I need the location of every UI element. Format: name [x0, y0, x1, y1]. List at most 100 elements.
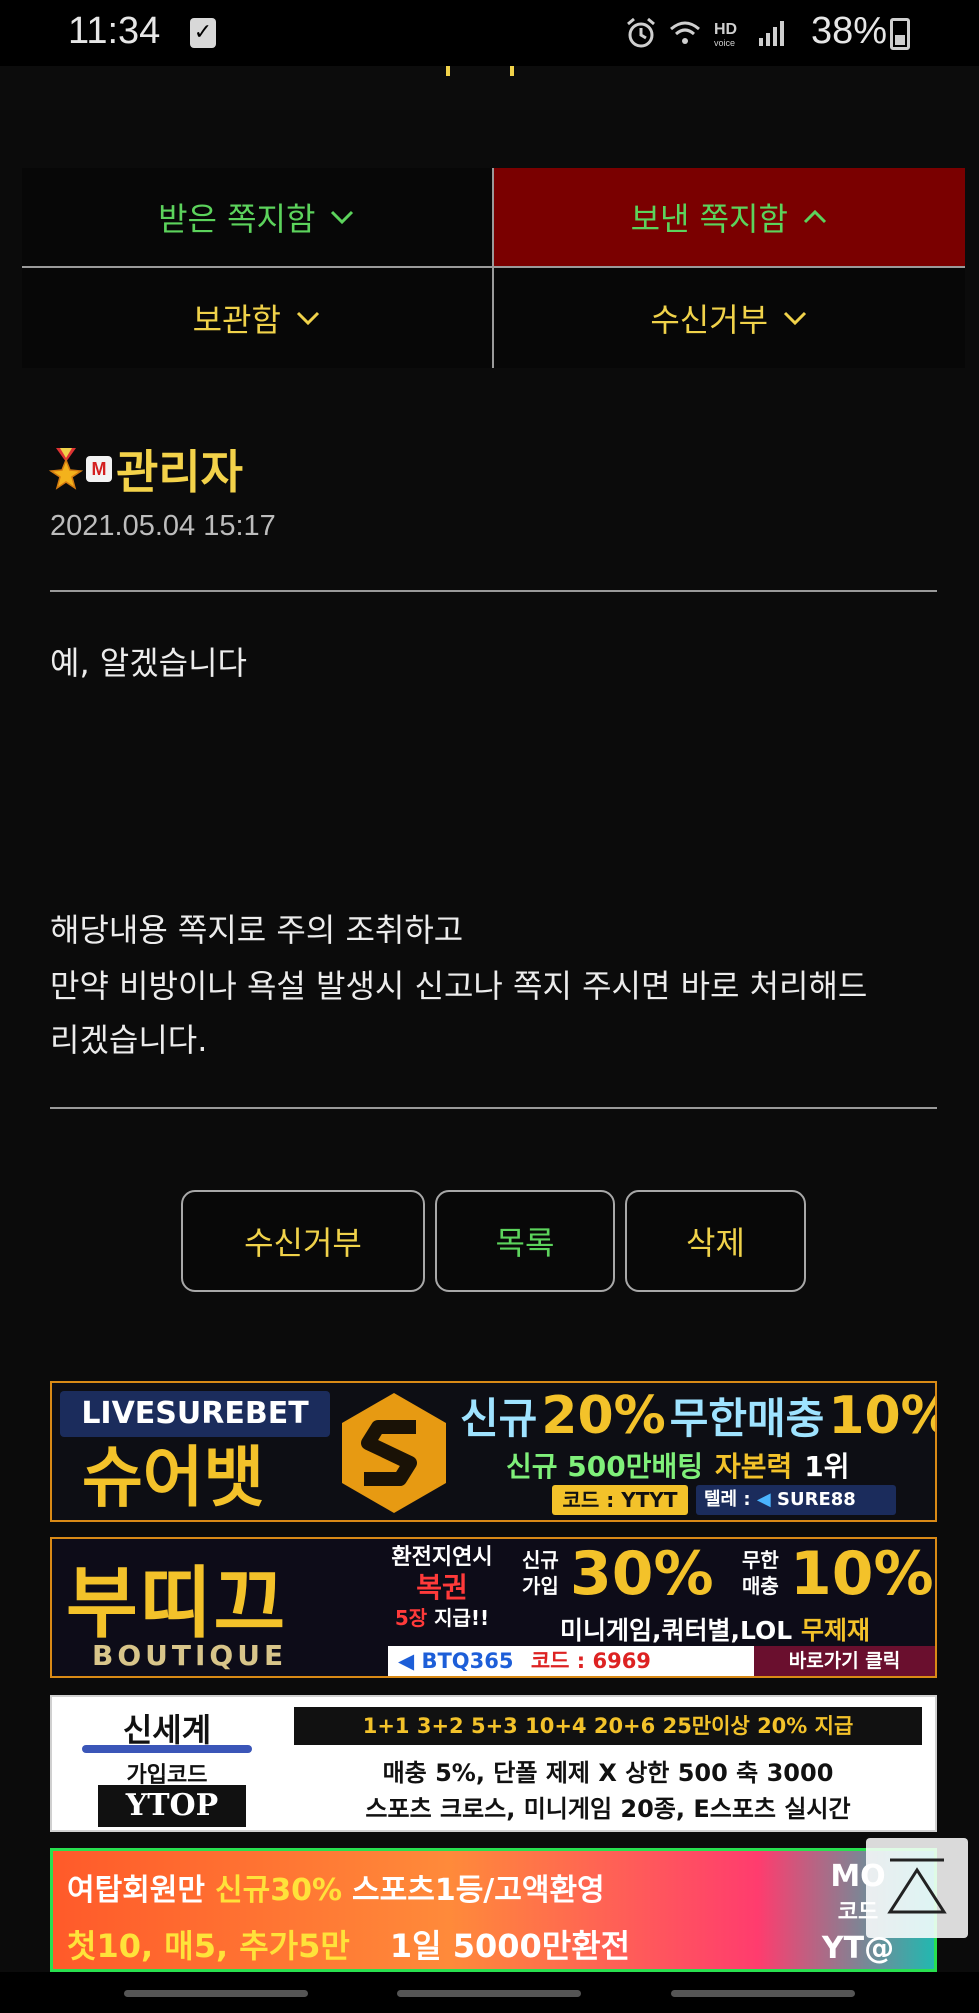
- divider: [50, 1107, 937, 1109]
- banner-new-label: 신규 가입: [522, 1547, 568, 1599]
- alarm-icon: [627, 17, 655, 48]
- medal-icon: [48, 448, 84, 490]
- status-bar: 11:34 ✓ HD voice 38%: [0, 0, 979, 66]
- surebet-logo-icon: [342, 1393, 446, 1513]
- header-mark: [510, 66, 514, 76]
- hd-text: HD: [714, 21, 737, 38]
- chevron-down-icon: [296, 311, 319, 326]
- banner-text: 5장: [394, 1606, 428, 1630]
- banner-goto-button: 바로가기 클릭: [754, 1646, 935, 1676]
- tab-label: 수신거부: [650, 301, 769, 339]
- nav-back-button[interactable]: [671, 1990, 855, 1997]
- status-icons: HD voice: [624, 16, 790, 50]
- banner-delay-promo: 환전지연시 복권 5장 지급!!: [382, 1543, 502, 1633]
- signal-icon: [759, 21, 784, 46]
- battery-icon: [890, 18, 910, 50]
- banner-text: 스포츠 크로스, 미니게임 20종, E스포츠 실시간: [365, 1795, 851, 1823]
- divider: [50, 590, 937, 592]
- message-date: 2021.05.04 15:17: [50, 510, 276, 542]
- chevron-down-icon: [784, 311, 807, 326]
- banner-text: 텔레 :: [704, 1489, 751, 1510]
- delete-button[interactable]: 삭제: [625, 1190, 806, 1292]
- banner-text: 무한: [742, 1548, 779, 1572]
- banner-text: 20%: [541, 1386, 666, 1446]
- tab-blocked[interactable]: 수신거부: [493, 268, 965, 368]
- banner-text: 지급!!: [434, 1606, 490, 1630]
- banner-text: 가입: [522, 1574, 559, 1598]
- message-body-line: 만약 비방이나 욕설 발생시 신고나 쪽지 주시면 바로 처리해드: [50, 967, 868, 1005]
- checkbox-notification-icon: ✓: [190, 18, 216, 48]
- author-name[interactable]: 관리자: [116, 436, 243, 502]
- tab-inbox[interactable]: 받은 쪽지함: [22, 168, 494, 268]
- battery-percent: 38%: [810, 10, 887, 52]
- banner-text: SURE88: [777, 1489, 856, 1510]
- header-strip: [0, 66, 979, 110]
- banner-sub: BOUTIQUE: [92, 1639, 288, 1672]
- banner-headline: 신규 20% 무한매충 10%: [460, 1385, 935, 1446]
- banner-text: 첫10, 매5, 추가5만: [67, 1927, 350, 1965]
- banner-text: 코드 : 6969: [530, 1649, 651, 1673]
- banner-text: 스포츠1등/고액환영: [352, 1873, 605, 1908]
- banner-text: 신규: [522, 1548, 559, 1572]
- banner-telegram: ◀ BTQ365 코드 : 6969: [388, 1646, 754, 1676]
- banner-text: 신규: [460, 1394, 538, 1443]
- banner-name: 슈어뱃: [82, 1439, 265, 1516]
- banner-code: YTOP: [98, 1785, 246, 1827]
- header-mark: [446, 66, 450, 76]
- scroll-to-top-button[interactable]: [866, 1838, 968, 1938]
- banner-text: 1위: [804, 1450, 850, 1483]
- banner-name: 부띠끄: [66, 1559, 288, 1649]
- chevron-up-icon: [803, 209, 826, 224]
- message-box-tabs: 받은 쪽지함 보낸 쪽지함 보관함 수신거부: [22, 168, 965, 368]
- banner-code: 코드 : YTYT: [552, 1485, 688, 1515]
- ad-banner-surebet[interactable]: LIVESUREBET 슈어뱃 신규 20% 무한매충 10% 신규 500만배…: [50, 1381, 937, 1522]
- telegram-icon: ◀: [398, 1649, 415, 1673]
- chevron-down-icon: [331, 210, 354, 225]
- svg-text:voice: voice: [714, 38, 735, 48]
- list-button[interactable]: 목록: [435, 1190, 615, 1292]
- banner-text: 무한매충: [669, 1394, 825, 1443]
- banner-text: 여탑회원만: [67, 1873, 205, 1908]
- member-badge-icon: M: [86, 456, 112, 482]
- banner-row: 첫10, 매5, 추가5만 1일 5000만환전: [67, 1921, 630, 1967]
- banner-divider: [82, 1745, 252, 1753]
- tab-archive[interactable]: 보관함: [22, 268, 494, 368]
- arrow-up-icon: [887, 1858, 947, 1914]
- banner-text: 환전지연시: [391, 1545, 493, 1570]
- wifi-icon: [670, 21, 700, 44]
- hd-voice-icon: HD voice: [714, 21, 737, 48]
- banner-text: 매충: [742, 1574, 779, 1598]
- banner-text: 1일 5000만환전: [389, 1927, 631, 1965]
- tab-label: 받은 쪽지함: [158, 200, 316, 238]
- banner-row: 여탑회원만 신규30% 스포츠1등/고액환영: [67, 1865, 605, 1909]
- block-sender-button[interactable]: 수신거부: [181, 1190, 425, 1292]
- ad-banner-shinsegye[interactable]: 신세계 가입코드 YTOP 1+1 3+2 5+3 10+4 20+6 25만이…: [50, 1695, 937, 1832]
- status-time: 11:34: [68, 10, 161, 52]
- banner-text: 무제재: [800, 1616, 870, 1645]
- banner-text: 10%: [828, 1386, 935, 1446]
- message-body-line: 예, 알겠습니다: [50, 644, 247, 682]
- ad-banner-boutique[interactable]: 부띠끄 BOUTIQUE 환전지연시 복권 5장 지급!! 신규 가입 30% …: [50, 1537, 937, 1678]
- system-nav-bar: [0, 1972, 979, 2013]
- banner-text: 매충 5%, 단폴 제제 X 상한 500 축 3000: [382, 1759, 834, 1787]
- banner-text: 자본력: [715, 1450, 793, 1483]
- banner-text: BTQ365: [421, 1649, 514, 1673]
- message-body-line: 리겠습니다.: [50, 1021, 208, 1059]
- message-body-line: 해당내용 쪽지로 주의 조취하고: [50, 911, 464, 949]
- banner-unlimited-label: 무한 매충: [742, 1547, 788, 1599]
- tab-label: 보관함: [192, 301, 281, 339]
- banner-text: 1+1 3+2 5+3 10+4 20+6 25만이상 20% 지급: [294, 1707, 922, 1745]
- tab-sent[interactable]: 보낸 쪽지함: [493, 168, 965, 268]
- telegram-icon: ◀: [756, 1489, 771, 1510]
- banner-text: 10%: [790, 1539, 934, 1609]
- nav-home-button[interactable]: [397, 1990, 581, 1997]
- ad-banner-yeotop[interactable]: 여탑회원만 신규30% 스포츠1등/고액환영 첫10, 매5, 추가5만 1일 …: [50, 1848, 937, 1972]
- banner-telegram: 텔레 : ◀ SURE88: [696, 1485, 896, 1515]
- message-author: M 관리자: [48, 436, 243, 502]
- nav-recents-button[interactable]: [124, 1990, 308, 1997]
- banner-text: 신규 500만배팅: [506, 1450, 703, 1483]
- banner-subline: 신규 500만배팅 자본력 1위: [506, 1445, 850, 1485]
- banner-text: 신규30%: [215, 1873, 343, 1908]
- banner-games: 미니게임,쿼터별,LOL 무제재: [560, 1611, 870, 1647]
- banner-text: 복권: [416, 1571, 468, 1604]
